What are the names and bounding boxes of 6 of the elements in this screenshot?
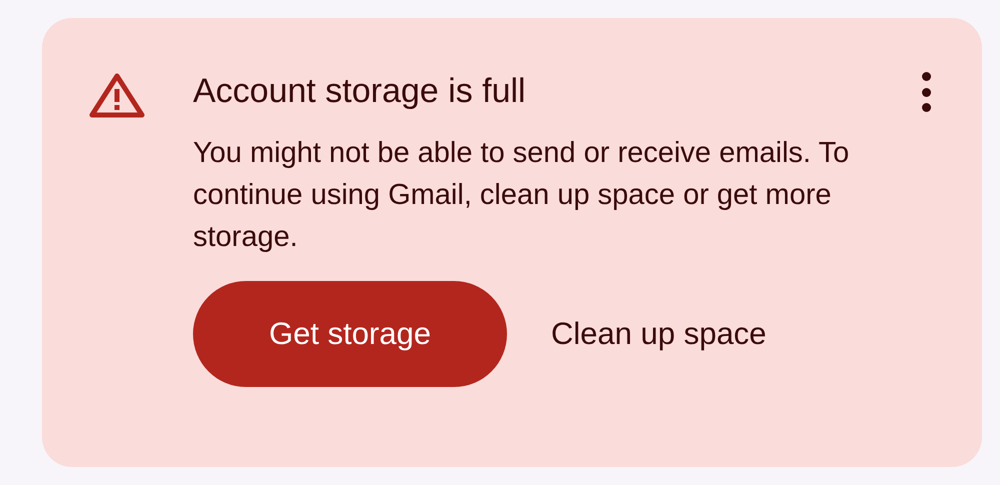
- warning-icon: [88, 72, 146, 118]
- clean-up-space-button[interactable]: Clean up space: [551, 281, 766, 387]
- get-storage-button[interactable]: Get storage: [193, 281, 507, 387]
- banner-title: Account storage is full: [193, 71, 526, 112]
- banner-message: You might not be able to send or receive emails. To continue using Gmail, clean up space or get more storage.: [193, 136, 850, 255]
- more-options-icon[interactable]: [920, 72, 932, 112]
